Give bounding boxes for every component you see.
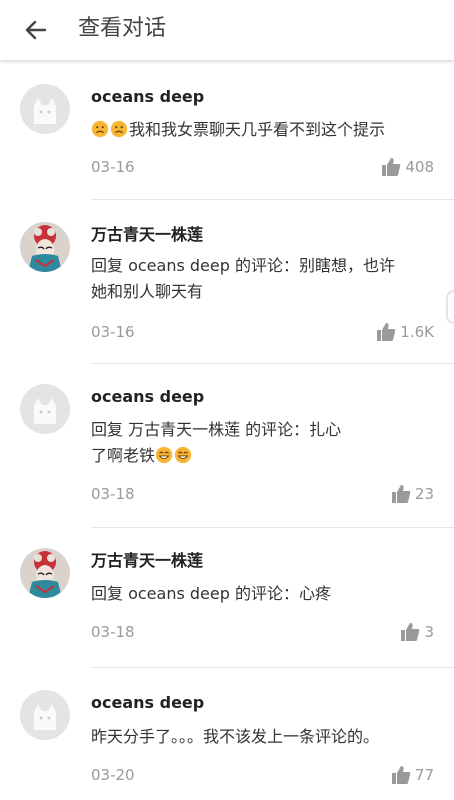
comment-text: 回复 oceans deep 的评论：心疼 [91,584,331,603]
thumbs-up-icon [391,766,411,784]
comment-text-body: 我和我女票聊天几乎看不到这个提示 [129,120,386,139]
like-count: 408 [405,158,434,176]
avatar[interactable] [20,384,70,434]
comment-date: 03-18 [91,485,135,503]
grin-face-icon [155,446,173,464]
thumbs-up-icon [377,323,396,341]
comment-text-line: 她和别人聊天有 [91,282,204,301]
thumbs-up-icon [391,485,411,503]
like-button[interactable]: 408 [381,157,434,177]
opera-mask-avatar-icon [20,222,70,272]
comment-author[interactable]: oceans deep [91,86,204,108]
arrow-left-icon [25,20,47,40]
like-count: 23 [414,485,434,503]
default-cat-avatar-icon [20,384,70,434]
comment-author[interactable]: oceans deep [91,692,204,714]
default-cat-avatar-icon [20,84,70,134]
comment-item: 万古青天一株莲 回复 oceans deep 的评论：心疼 03-18 3 [0,528,454,668]
comment-item: oceans deep 回复 万古青天一株莲 的评论：扎心 了啊老铁 03-18… [0,364,454,528]
comment-item: 万古青天一株莲 回复 oceans deep 的评论：别瞎想，也许 她和别人聊天… [0,200,454,364]
avatar[interactable] [20,222,70,272]
back-button[interactable] [20,14,52,46]
opera-mask-avatar-icon [20,548,70,598]
default-cat-avatar-icon [20,690,70,740]
like-button[interactable]: 1.6K [376,322,434,342]
comment-author[interactable]: 万古青天一株莲 [91,550,203,572]
like-button[interactable]: 77 [391,765,434,785]
avatar[interactable] [20,690,70,740]
comment-text: 昨天分手了。。。我不该发上一条评论的。 [91,727,380,746]
thumbs-up-icon [401,623,420,641]
comment-text-line: 了啊老铁 [91,446,156,465]
comment-text-line: 回复 oceans deep 的评论：别瞎想，也许 [91,256,395,275]
comment-text: 回复 oceans deep 的评论：别瞎想，也许 她和别人聊天有 [91,253,431,305]
like-count: 1.6K [400,323,434,341]
comment-item: oceans deep 昨天分手了。。。我不该发上一条评论的。 03-20 77 [0,668,454,798]
like-button[interactable]: 23 [391,484,434,504]
thumbs-up-icon [382,158,401,176]
top-bar: 查看对话 [0,0,454,60]
comment-date: 03-16 [91,158,135,176]
comment-date: 03-18 [91,623,135,641]
avatar[interactable] [20,548,70,598]
comment-text-line: 回复 万古青天一株莲 的评论：扎心 [91,420,342,439]
like-count: 3 [424,623,434,641]
comment-text: 回复 万古青天一株莲 的评论：扎心 了啊老铁 [91,417,431,469]
comment-date: 03-20 [91,766,135,784]
like-button[interactable]: 3 [400,622,434,642]
comment-text: 我和我女票聊天几乎看不到这个提示 [91,117,431,143]
sad-face-icon [91,120,109,138]
grin-face-icon [174,446,192,464]
comment-date: 03-16 [91,323,135,341]
comment-list: oceans deep 我和我女票聊天几乎看不到这个提示 03-16 408 万… [0,66,454,798]
comment-author[interactable]: oceans deep [91,386,204,408]
like-count: 77 [414,766,434,784]
page-title: 查看对话 [78,16,167,41]
comment-item: oceans deep 我和我女票聊天几乎看不到这个提示 03-16 408 [0,66,454,200]
comment-text-line-wrap: 了啊老铁 [91,443,431,469]
avatar[interactable] [20,84,70,134]
sad-face-icon [110,120,128,138]
comment-author[interactable]: 万古青天一株莲 [91,224,203,246]
